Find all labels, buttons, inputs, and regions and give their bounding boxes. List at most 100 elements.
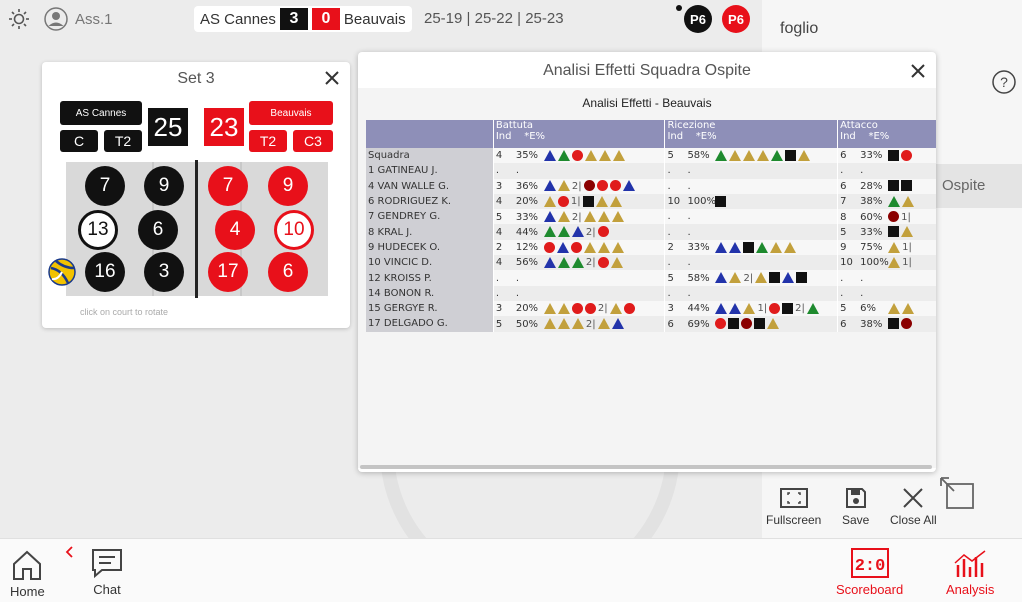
home-libero[interactable]: 13 bbox=[78, 210, 118, 250]
away-libero[interactable]: 10 bbox=[274, 210, 314, 250]
player-name: 10 VINCIC D. bbox=[366, 255, 494, 271]
yellow-triangle-icon bbox=[543, 195, 556, 207]
chat-button[interactable]: Chat bbox=[90, 547, 124, 597]
fullscreen-button[interactable]: Fullscreen bbox=[766, 486, 821, 527]
stat-cell: 8 60% 1| bbox=[837, 209, 936, 225]
yellow-triangle-icon bbox=[729, 149, 742, 161]
subhead-pct: *E% bbox=[868, 131, 890, 142]
home-player[interactable]: 3 bbox=[144, 252, 184, 292]
yellow-triangle-icon bbox=[595, 195, 608, 207]
pct-value: . bbox=[860, 272, 864, 284]
help-icon[interactable]: ? bbox=[992, 70, 1016, 99]
analysis-content[interactable]: Analisi Effetti - Beauvais Battuta Ind *… bbox=[358, 88, 936, 469]
yellow-triangle-icon bbox=[784, 241, 797, 253]
yellow-triangle-icon bbox=[767, 318, 780, 330]
scoreboard-button[interactable]: 2:0 Scoreboard bbox=[836, 547, 903, 597]
home-player[interactable]: 16 bbox=[85, 252, 125, 292]
stat-cell: .. bbox=[492, 270, 665, 286]
ind-value: 3 bbox=[495, 180, 503, 192]
ind-value: 6 bbox=[840, 180, 847, 192]
home-captain-button[interactable]: C bbox=[60, 130, 98, 152]
player-name: 12 KROISS P. bbox=[366, 270, 494, 286]
away-timeout-button[interactable]: T2 bbox=[249, 130, 287, 152]
save-button[interactable]: Save bbox=[842, 486, 869, 527]
away-player[interactable]: 9 bbox=[268, 166, 308, 206]
home-button[interactable]: Home bbox=[10, 549, 45, 599]
close-all-button[interactable]: Close All bbox=[890, 486, 937, 527]
group-label: Ricezione bbox=[667, 120, 716, 131]
pct-value: 33% bbox=[687, 242, 710, 254]
ind-value: 3 bbox=[495, 303, 503, 315]
black-square-icon bbox=[769, 272, 781, 284]
away-player[interactable]: 7 bbox=[208, 166, 248, 206]
red-circle-icon bbox=[571, 302, 583, 314]
ind-value: 3 bbox=[667, 303, 674, 315]
close-icon[interactable] bbox=[324, 70, 340, 91]
home-timeout-button[interactable]: T2 bbox=[104, 130, 142, 152]
away-player[interactable]: 4 bbox=[215, 210, 255, 250]
yellow-triangle-icon bbox=[729, 272, 742, 284]
analysis-icon bbox=[952, 547, 988, 582]
pct-value: . bbox=[515, 287, 520, 299]
stat-cell: .. bbox=[664, 224, 838, 240]
pct-value: . bbox=[515, 165, 520, 177]
pct-value: . bbox=[687, 287, 691, 299]
red-circle-icon bbox=[715, 318, 727, 330]
green-triangle-icon bbox=[557, 256, 570, 268]
away-challenge-button[interactable]: C3 bbox=[293, 130, 333, 152]
pct-value: 33% bbox=[515, 211, 539, 223]
stat-cell: 5 58% 2| bbox=[664, 270, 838, 286]
table-row: 12 KROISS P... 5 58% 2|.. bbox=[366, 270, 936, 286]
pct-value: . bbox=[687, 211, 691, 223]
red-circle-icon bbox=[769, 302, 781, 314]
black-square-icon bbox=[796, 272, 808, 284]
table-row: 6 RODRIGUEZ K. 4 20% 1| 10 100% 7 38% bbox=[366, 193, 936, 210]
away-sets: 0 bbox=[311, 8, 340, 30]
analysis-title: Analisi Effetti Squadra Ospite bbox=[543, 62, 751, 79]
resize-icon[interactable] bbox=[938, 475, 976, 518]
red-circle-icon bbox=[571, 149, 583, 161]
table-row: 17 DELGADO G. 5 50% 2| 6 69% 6 38% bbox=[366, 316, 936, 332]
chevron-left-icon[interactable] bbox=[64, 545, 74, 564]
court[interactable]: 7 9 13 6 16 3 7 9 4 10 17 6 bbox=[66, 160, 328, 298]
fullscreen-label: Fullscreen bbox=[766, 513, 822, 527]
green-triangle-icon bbox=[771, 149, 784, 161]
scrollbar-thumb[interactable] bbox=[360, 465, 932, 469]
away-player[interactable]: 6 bbox=[268, 252, 308, 292]
stat-cell: 4 44% 2| bbox=[492, 224, 665, 240]
ind-value: 4 bbox=[495, 226, 503, 238]
away-player[interactable]: 17 bbox=[208, 252, 248, 292]
red-circle-icon bbox=[597, 256, 609, 268]
user-avatar-icon[interactable] bbox=[44, 7, 68, 36]
blue-triangle-icon bbox=[543, 256, 556, 268]
count-marker: 2| bbox=[585, 226, 596, 238]
yellow-triangle-icon bbox=[743, 302, 756, 314]
home-player[interactable]: 7 bbox=[85, 166, 125, 206]
column-group-header: Battuta Ind *E% bbox=[492, 120, 665, 148]
home-label: Home bbox=[10, 584, 45, 599]
count-marker: 2| bbox=[795, 303, 805, 315]
analysis-button[interactable]: Analysis bbox=[946, 547, 994, 597]
home-player[interactable]: 9 bbox=[144, 166, 184, 206]
pct-value: . bbox=[687, 165, 691, 177]
home-player[interactable]: 6 bbox=[138, 210, 178, 250]
svg-text:?: ? bbox=[1000, 74, 1008, 90]
right-panel-title: foglio bbox=[780, 20, 819, 37]
ind-value: . bbox=[667, 257, 671, 269]
yellow-triangle-icon bbox=[609, 195, 622, 207]
match-score: AS Cannes 3 0 Beauvais bbox=[194, 6, 412, 32]
player-name: 15 GERGYE R. bbox=[366, 300, 494, 317]
fullscreen-icon bbox=[779, 486, 809, 513]
count-marker: 2| bbox=[571, 180, 582, 192]
stat-cell: .. bbox=[837, 285, 936, 301]
table-row: 10 VINCIC D. 4 56% 2|.. 10 100% 1| bbox=[366, 255, 936, 271]
ind-value: 6 bbox=[667, 318, 674, 330]
brightness-icon[interactable] bbox=[8, 8, 30, 35]
pct-value: 33% bbox=[860, 226, 883, 238]
red-circle-icon bbox=[597, 226, 609, 238]
stat-cell: 6 33% bbox=[837, 148, 936, 164]
yellow-triangle-icon bbox=[543, 302, 556, 314]
close-icon[interactable] bbox=[910, 63, 926, 84]
pct-value: 50% bbox=[515, 318, 539, 330]
black-square-icon bbox=[782, 302, 794, 314]
